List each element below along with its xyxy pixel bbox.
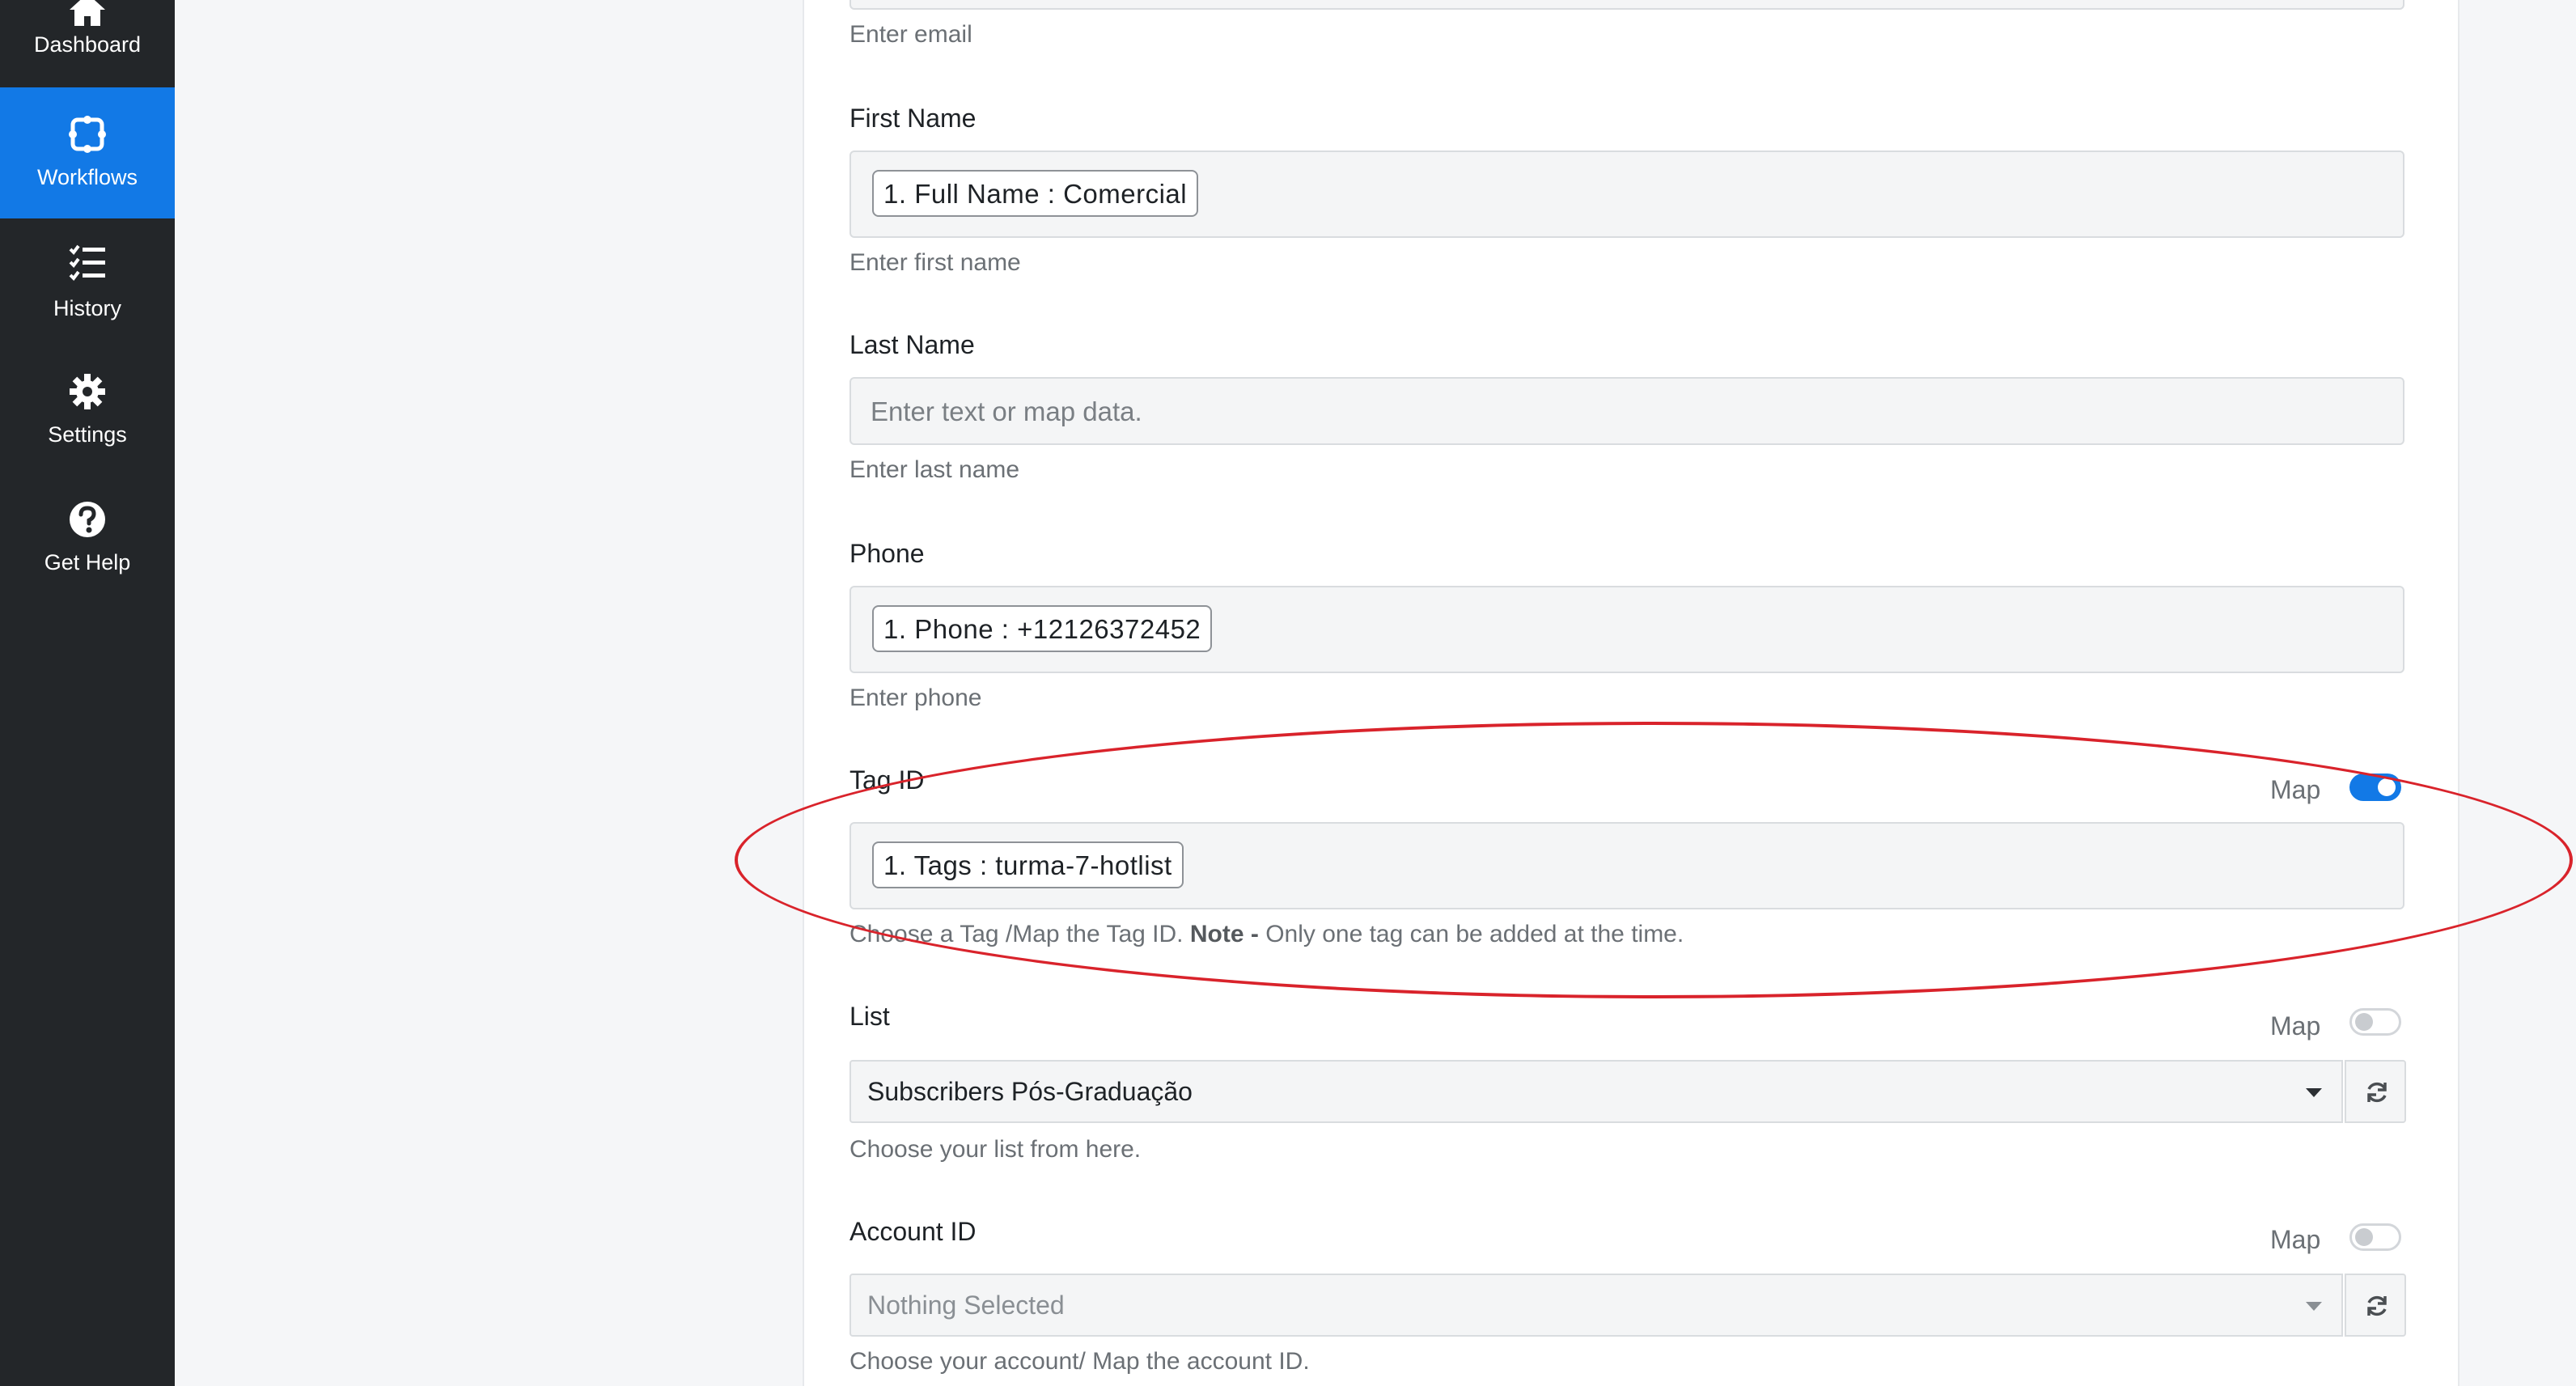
sidebar-item-label: Get Help: [44, 550, 131, 574]
sidebar-item-label: Workflows: [36, 165, 138, 189]
account-id-label: Account ID: [849, 1217, 977, 1246]
account-id-selected-value: Nothing Selected: [867, 1291, 1065, 1320]
sidebar-item-workflows[interactable]: Workflows: [0, 87, 175, 218]
list-refresh-button[interactable]: [2345, 1060, 2406, 1123]
toggle-knob: [2355, 1013, 2373, 1031]
workflow-icon: [69, 116, 106, 153]
phone-help: Enter phone: [849, 685, 982, 711]
list-select[interactable]: Subscribers Pós-Graduação: [849, 1060, 2343, 1123]
phone-label: Phone: [849, 539, 925, 568]
last-name-placeholder: Enter text or map data.: [871, 396, 1142, 426]
email-field[interactable]: [849, 0, 2404, 10]
sidebar-item-dashboard[interactable]: Dashboard: [0, 0, 175, 87]
last-name-field[interactable]: Enter text or map data.: [849, 377, 2404, 445]
toggle-knob: [2378, 778, 2396, 796]
last-name-help: Enter last name: [849, 456, 1020, 483]
account-id-help: Choose your account/ Map the account ID.: [849, 1348, 1310, 1375]
toggle-knob: [2355, 1228, 2373, 1246]
last-name-label: Last Name: [849, 330, 975, 359]
gear-icon: [70, 374, 105, 409]
home-icon: [70, 0, 105, 26]
tag-id-help-note: Note -: [1189, 921, 1259, 947]
chevron-down-icon: [2306, 1302, 2322, 1311]
sidebar: Dashboard Workflows History Settings Get…: [0, 0, 175, 1386]
tag-id-help-text: Choose a Tag /Map the Tag ID.: [849, 921, 1184, 947]
chevron-down-icon: [2306, 1088, 2322, 1097]
tag-id-help: Choose a Tag /Map the Tag ID. Note - Onl…: [849, 921, 1684, 948]
sidebar-item-history[interactable]: History: [0, 218, 175, 350]
account-id-map-label: Map: [2270, 1225, 2321, 1254]
phone-field[interactable]: 1. Phone : +12126372452: [849, 586, 2404, 673]
email-help: Enter email: [849, 21, 972, 48]
mapped-data-pill[interactable]: 1. Tags : turma-7-hotlist: [872, 841, 1184, 888]
refresh-icon: [2367, 1295, 2387, 1316]
first-name-field[interactable]: 1. Full Name : Comercial: [849, 150, 2404, 238]
sidebar-item-label: Settings: [48, 422, 127, 447]
account-id-select[interactable]: Nothing Selected: [849, 1274, 2343, 1337]
tag-id-help-detail: Only one tag can be added at the time.: [1265, 921, 1684, 947]
list-map-label: Map: [2270, 1011, 2321, 1041]
tag-id-map-toggle[interactable]: [2349, 774, 2401, 801]
tag-id-map-label: Map: [2270, 775, 2321, 804]
list-label: List: [849, 1002, 890, 1031]
question-circle-icon: [70, 502, 105, 537]
mapped-data-pill[interactable]: 1. Full Name : Comercial: [872, 170, 1199, 217]
list-map-toggle[interactable]: [2349, 1008, 2401, 1036]
sidebar-item-settings[interactable]: Settings: [0, 348, 175, 479]
mapped-data-pill[interactable]: 1. Phone : +12126372452: [872, 605, 1213, 652]
refresh-icon: [2367, 1082, 2387, 1103]
tag-id-field[interactable]: 1. Tags : turma-7-hotlist: [849, 822, 2404, 909]
list-help: Choose your list from here.: [849, 1136, 1142, 1163]
list-selected-value: Subscribers Pós-Graduação: [867, 1077, 1193, 1106]
tag-id-label: Tag ID: [849, 765, 925, 795]
first-name-help: Enter first name: [849, 249, 1021, 276]
first-name-label: First Name: [849, 104, 977, 133]
account-id-map-toggle[interactable]: [2349, 1223, 2401, 1251]
list-check-icon: [69, 244, 105, 282]
sidebar-item-label: Dashboard: [33, 32, 142, 57]
sidebar-item-label: History: [53, 296, 121, 320]
account-id-refresh-button[interactable]: [2345, 1274, 2406, 1337]
sidebar-item-get-help[interactable]: Get Help: [0, 477, 175, 608]
